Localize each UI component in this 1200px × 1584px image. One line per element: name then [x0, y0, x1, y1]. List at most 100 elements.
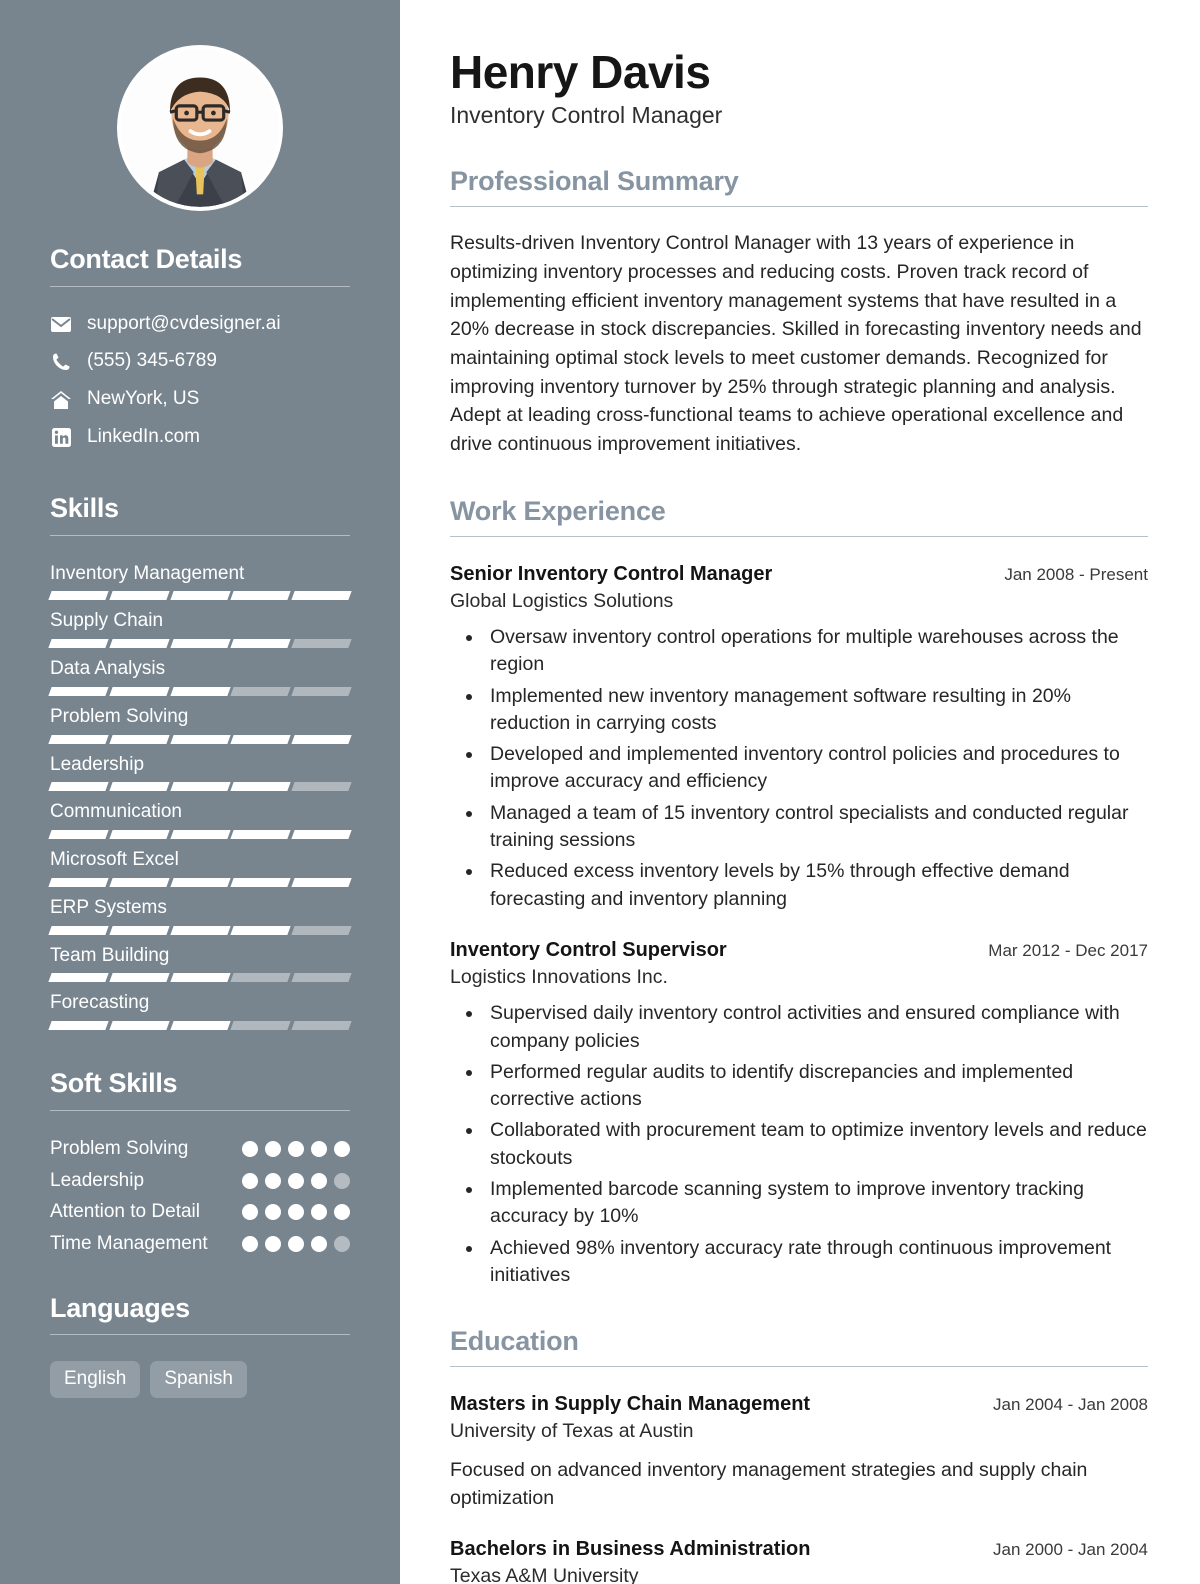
contact-item-location[interactable]: NewYork, US — [50, 388, 350, 411]
skill-segment — [291, 686, 352, 696]
skill-bar — [48, 1021, 352, 1031]
skill-item: Team Building — [48, 944, 352, 983]
skill-bar — [48, 830, 352, 840]
work-entry: Senior Inventory Control Manager Jan 2008… — [450, 562, 1148, 913]
summary-heading: Professional Summary — [450, 166, 739, 197]
rating-dots — [242, 1232, 350, 1252]
language-chip[interactable]: English — [50, 1361, 141, 1399]
skill-item: ERP Systems — [48, 896, 352, 935]
summary-text: Results-driven Inventory Control Manager… — [450, 232, 1142, 455]
skill-segment — [291, 782, 352, 792]
rating-dot — [288, 1172, 304, 1189]
phone-icon — [50, 352, 72, 371]
soft-skills-list: Problem Solving Leadership Attention to De… — [50, 1137, 350, 1256]
skill-segment — [169, 1021, 231, 1031]
skill-segment — [48, 734, 109, 744]
skill-item: Leadership — [48, 753, 352, 792]
skill-segment — [48, 591, 109, 601]
skill-segment — [230, 686, 291, 696]
main-content: Henry Davis Inventory Control Manager Pr… — [400, 0, 1200, 1584]
work-bullet: Implemented new inventory management sof… — [484, 683, 1148, 738]
skill-bar — [48, 782, 352, 792]
skill-segment — [169, 877, 231, 887]
rating-dot — [265, 1236, 281, 1252]
divider — [450, 1366, 1148, 1368]
skill-segment — [230, 925, 291, 935]
education-heading: Education — [450, 1326, 579, 1357]
skill-segment — [48, 686, 109, 696]
contact-item-email[interactable]: support@cvdesigner.ai — [50, 313, 350, 336]
linkedin-icon — [50, 427, 72, 447]
home-icon — [50, 390, 72, 409]
skill-segment — [48, 830, 109, 840]
work-bullet: Managed a team of 15 inventory control s… — [484, 800, 1148, 855]
skill-bar — [48, 877, 352, 887]
skill-label: Problem Solving — [50, 705, 189, 727]
rating-dot — [288, 1140, 304, 1157]
job-title: Inventory Control Manager — [450, 102, 723, 129]
skill-label: Forecasting — [50, 992, 150, 1014]
contact-value-location: NewYork, US — [87, 388, 200, 410]
skill-segment — [291, 591, 352, 601]
work-job-title: Senior Inventory Control Manager — [450, 562, 773, 585]
soft-skill-label: Leadership — [50, 1169, 145, 1191]
contact-item-phone[interactable]: (555) 345-6789 — [50, 350, 350, 373]
skill-segment — [109, 877, 170, 887]
work-entry-header: Senior Inventory Control Manager Jan 2008… — [450, 562, 1148, 586]
languages-list: English Spanish — [50, 1361, 350, 1399]
skill-bar — [48, 639, 352, 649]
soft-skill-item: Problem Solving — [50, 1137, 350, 1161]
skill-item: Problem Solving — [48, 705, 352, 744]
education-entry: Masters in Supply Chain Management Jan 20… — [450, 1392, 1148, 1512]
divider — [50, 285, 350, 287]
skill-bar — [48, 591, 352, 601]
skill-segment — [109, 639, 170, 649]
contact-heading: Contact Details — [50, 244, 243, 274]
rating-dot — [242, 1172, 258, 1189]
rating-dot — [242, 1204, 258, 1221]
skills-list: Inventory Management Supply Chain Data Ana… — [48, 562, 352, 1031]
resume-page: Contact Details support@cvdesigner.ai (5… — [0, 0, 1200, 1584]
soft-skill-item: Time Management — [50, 1232, 350, 1256]
skill-segment — [169, 686, 231, 696]
education-entry-header: Bachelors in Business Administration Jan … — [450, 1537, 1148, 1561]
contact-value-phone: (555) 345-6789 — [87, 350, 217, 372]
contact-value-email: support@cvdesigner.ai — [87, 312, 281, 334]
rating-dot — [265, 1172, 281, 1189]
skill-segment — [230, 830, 291, 840]
skill-item: Inventory Management — [48, 562, 352, 601]
skill-label: Inventory Management — [50, 562, 245, 584]
skill-segment — [48, 782, 109, 792]
skill-bar — [48, 925, 352, 935]
sidebar: Contact Details support@cvdesigner.ai (5… — [0, 0, 400, 1584]
work-job-title: Inventory Control Supervisor — [450, 938, 727, 961]
rating-dot — [334, 1140, 350, 1157]
education-date-range: Jan 2004 - Jan 2008 — [992, 1395, 1148, 1415]
skill-segment — [291, 734, 352, 744]
divider — [50, 1109, 350, 1111]
rating-dot — [311, 1204, 327, 1221]
education-description: Focused on advanced inventory management… — [450, 1458, 1088, 1509]
skill-label: Microsoft Excel — [50, 849, 179, 871]
skill-item: Microsoft Excel — [48, 848, 352, 887]
skill-segment — [291, 1021, 352, 1031]
work-date-range: Mar 2012 - Dec 2017 — [988, 940, 1148, 960]
education-entry-header: Masters in Supply Chain Management Jan 20… — [450, 1392, 1148, 1416]
avatar-container — [50, 45, 350, 211]
profile-photo-icon — [121, 49, 279, 207]
language-chip[interactable]: Spanish — [150, 1361, 247, 1399]
skill-segment — [291, 973, 352, 983]
work-company: Logistics Innovations Inc. — [450, 965, 668, 988]
skill-label: Communication — [50, 801, 182, 823]
soft-skills-heading: Soft Skills — [50, 1068, 178, 1099]
contact-item-linkedin[interactable]: LinkedIn.com — [50, 426, 350, 449]
skill-label: ERP Systems — [50, 896, 167, 918]
skill-segment — [169, 925, 231, 935]
skill-segment — [230, 782, 291, 792]
divider — [50, 534, 350, 536]
school-name: Texas A&M University — [450, 1565, 639, 1584]
skill-item: Forecasting — [48, 991, 352, 1031]
rating-dot — [311, 1172, 327, 1189]
